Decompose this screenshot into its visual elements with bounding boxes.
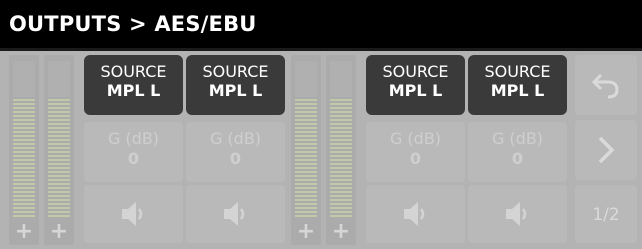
chevron-right-icon [598,136,615,164]
meter-plus-button[interactable]: + [9,221,39,243]
source-value: MPL L [388,81,443,100]
meter-plus-button[interactable]: + [291,221,321,243]
level-meter-1: + [9,55,39,245]
source-value: MPL L [490,81,545,100]
page-button[interactable]: 1/2 [575,185,637,243]
meter-headroom [13,61,35,97]
gain-label: G (dB) [491,129,544,148]
gain-value: 0 [127,149,140,168]
mute-button-4[interactable] [468,185,567,243]
title-bar: OUTPUTS > AES/EBU [0,0,642,51]
level-meter-4: + [326,55,356,245]
next-button[interactable] [575,120,637,180]
source-label: SOURCE [202,62,269,81]
source-label: SOURCE [484,62,551,81]
speaker-icon [122,202,143,226]
source-value: MPL L [208,81,263,100]
mute-button-3[interactable] [366,185,465,243]
gain-value: 0 [229,149,242,168]
speaker-icon [404,202,425,226]
meter-headroom [330,61,352,97]
meter-plus-button[interactable]: + [326,221,356,243]
gain-label: G (dB) [389,129,442,148]
gain-control-2[interactable]: G (dB) 0 [186,122,285,182]
meter-bar [330,99,352,219]
page-title: OUTPUTS > AES/EBU [9,12,257,36]
gain-label: G (dB) [107,129,160,148]
source-button-3[interactable]: SOURCE MPL L [366,55,465,115]
source-button-4[interactable]: SOURCE MPL L [468,55,567,115]
mute-button-2[interactable] [186,185,285,243]
gain-control-1[interactable]: G (dB) 0 [84,122,183,182]
meter-headroom [48,61,70,97]
gain-control-4[interactable]: G (dB) 0 [468,122,567,182]
source-label: SOURCE [100,62,167,81]
meter-headroom [295,61,317,97]
source-button-2[interactable]: SOURCE MPL L [186,55,285,115]
undo-icon [591,73,619,99]
meter-plus-button[interactable]: + [44,221,74,243]
gain-label: G (dB) [209,129,262,148]
speaker-icon [506,202,527,226]
meter-bar [295,99,317,219]
speaker-icon [224,202,245,226]
level-meter-3: + [291,55,321,245]
source-label: SOURCE [382,62,449,81]
gain-control-3[interactable]: G (dB) 0 [366,122,465,182]
gain-value: 0 [409,149,422,168]
meter-bar [13,99,35,219]
source-value: MPL L [106,81,161,100]
level-meter-2: + [44,55,74,245]
back-button[interactable] [575,55,637,115]
source-button-1[interactable]: SOURCE MPL L [84,55,183,115]
gain-value: 0 [511,149,524,168]
meter-bar [48,99,70,219]
mute-button-1[interactable] [84,185,183,243]
page-indicator: 1/2 [592,205,620,225]
